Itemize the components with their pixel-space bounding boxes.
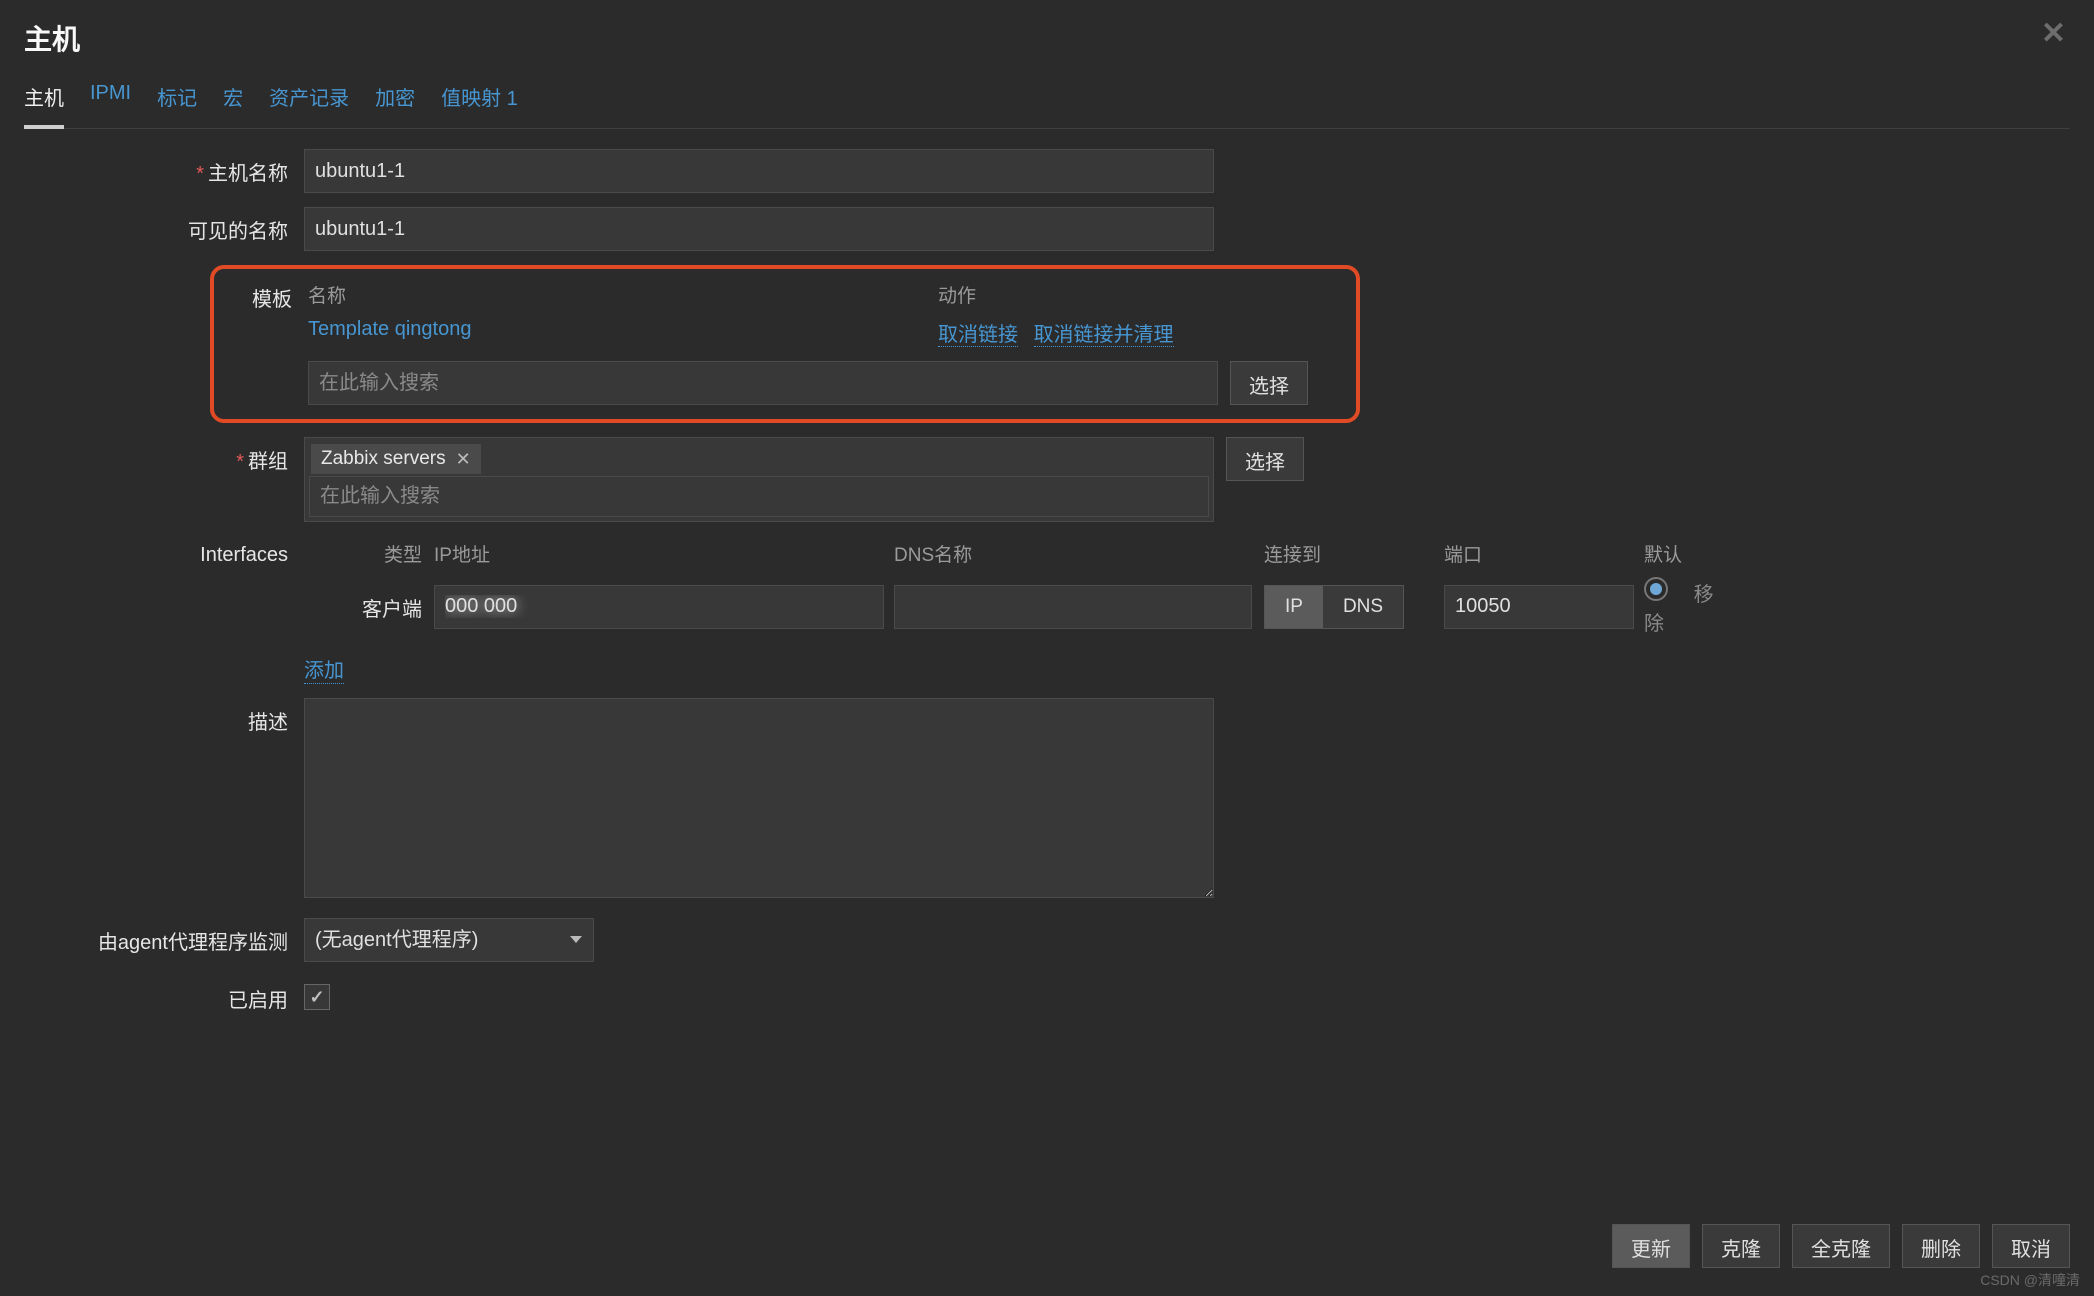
templates-col-action: 动作 xyxy=(938,281,1338,318)
template-link[interactable]: Template qingtong xyxy=(308,318,471,340)
host-dialog: ✕ 主机 主机 IPMI 标记 宏 资产记录 加密 值映射 1 *主机名称 可见… xyxy=(0,0,2094,1049)
tab-valuemap[interactable]: 值映射 1 xyxy=(441,76,518,128)
close-icon[interactable]: ✕ xyxy=(2041,16,2066,51)
iface-head-type: 类型 xyxy=(304,540,434,567)
enabled-checkbox[interactable] xyxy=(304,984,330,1010)
iface-head-default: 默认 xyxy=(1644,540,1744,567)
description-textarea[interactable] xyxy=(304,698,1214,898)
tab-tags[interactable]: 标记 xyxy=(157,76,197,128)
iface-port-input[interactable] xyxy=(1444,585,1634,629)
tab-bar: 主机 IPMI 标记 宏 资产记录 加密 值映射 1 xyxy=(24,76,2070,129)
tab-ipmi[interactable]: IPMI xyxy=(90,76,131,128)
iface-default-radio[interactable] xyxy=(1644,577,1668,601)
dialog-footer: 更新 克隆 全克隆 删除 取消 xyxy=(1612,1224,2070,1268)
full-clone-button[interactable]: 全克隆 xyxy=(1792,1224,1890,1268)
iface-type: 客户端 xyxy=(304,591,434,622)
iface-dns-input[interactable] xyxy=(894,585,1252,629)
templates-col-name: 名称 xyxy=(308,281,938,318)
interface-row: 客户端 IP DNS 移除 xyxy=(304,577,1744,636)
label-proxy: 由agent代理程序监测 xyxy=(24,918,304,955)
clone-button[interactable]: 克隆 xyxy=(1702,1224,1780,1268)
groups-input[interactable]: Zabbix servers ✕ xyxy=(304,437,1214,522)
label-description: 描述 xyxy=(24,698,304,735)
tab-inventory[interactable]: 资产记录 xyxy=(269,76,349,128)
dialog-title: 主机 xyxy=(24,18,2070,58)
delete-button[interactable]: 删除 xyxy=(1902,1224,1980,1268)
host-name-input[interactable] xyxy=(304,149,1214,193)
watermark: CSDN @清噇清 xyxy=(1980,1270,2080,1290)
groups-select-button[interactable]: 选择 xyxy=(1226,437,1304,481)
groups-search-input[interactable] xyxy=(309,476,1209,517)
iface-conn-ip[interactable]: IP xyxy=(1265,586,1323,628)
template-select-button[interactable]: 选择 xyxy=(1230,361,1308,405)
iface-head-conn: 连接到 xyxy=(1264,540,1444,567)
iface-ip-input[interactable] xyxy=(434,585,884,629)
label-groups: *群组 xyxy=(24,437,304,474)
iface-head-dns: DNS名称 xyxy=(894,540,1264,567)
template-search-input[interactable] xyxy=(308,361,1218,405)
iface-conn-segment: IP DNS xyxy=(1264,585,1404,629)
label-enabled: 已启用 xyxy=(24,976,304,1013)
templates-section: 模板 名称 动作 Template qingtong 取消链接 取消链接并清理 xyxy=(210,265,1360,423)
remove-group-icon[interactable]: ✕ xyxy=(456,449,471,470)
template-unlink[interactable]: 取消链接 xyxy=(938,324,1018,347)
iface-add-link[interactable]: 添加 xyxy=(304,654,344,684)
iface-conn-dns[interactable]: DNS xyxy=(1323,586,1403,628)
label-interfaces: Interfaces xyxy=(24,536,304,567)
template-unlink-clear[interactable]: 取消链接并清理 xyxy=(1034,324,1174,347)
iface-head-port: 端口 xyxy=(1444,540,1644,567)
iface-head-ip: IP地址 xyxy=(434,540,894,567)
tab-host[interactable]: 主机 xyxy=(24,76,64,129)
cancel-button[interactable]: 取消 xyxy=(1992,1224,2070,1268)
proxy-select[interactable]: (无agent代理程序) xyxy=(304,918,594,962)
label-visible-name: 可见的名称 xyxy=(24,207,304,244)
tab-encryption[interactable]: 加密 xyxy=(375,76,415,128)
tab-macros[interactable]: 宏 xyxy=(223,76,243,128)
update-button[interactable]: 更新 xyxy=(1612,1224,1690,1268)
visible-name-input[interactable] xyxy=(304,207,1214,251)
label-host-name: *主机名称 xyxy=(24,149,304,186)
group-tag: Zabbix servers ✕ xyxy=(311,444,481,474)
